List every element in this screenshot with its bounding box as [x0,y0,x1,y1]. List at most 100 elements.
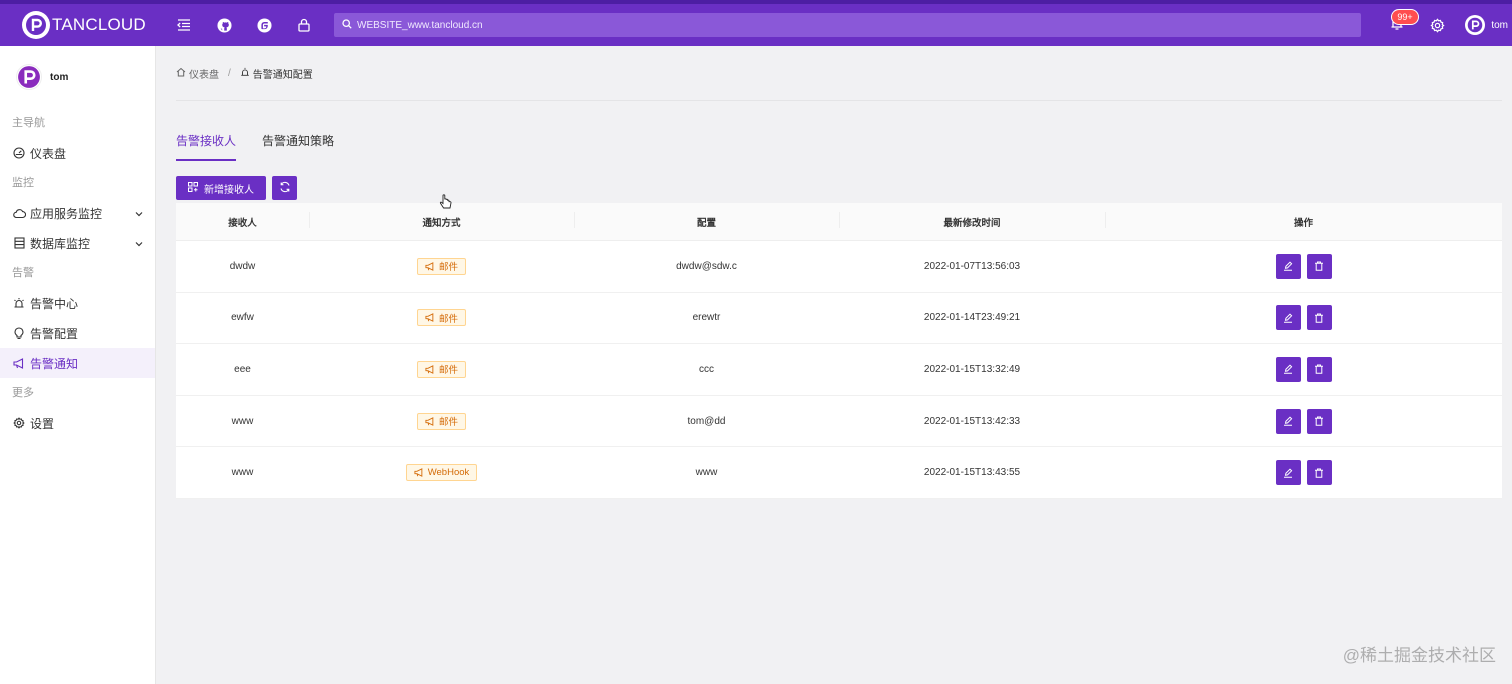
search-input[interactable] [357,19,957,31]
lock-icon[interactable] [284,5,324,45]
notification-icon [425,365,434,374]
add-receiver-label: 新增接收人 [204,184,254,196]
method-tag: 邮件 [416,360,466,378]
sidebar-item-db-monitor[interactable]: 数据库监控 [0,228,155,258]
table-row: eee 邮件 ccc 2022-01-15T13:32:49 [176,344,1502,396]
modified-time: 2022-01-14T23:49:21 [923,312,1021,324]
dashboard-icon [12,146,26,160]
modified-time: 2022-01-15T13:32:49 [923,363,1021,375]
delete-icon [1315,261,1323,272]
sidebar-item-settings[interactable]: 设置 [0,408,155,438]
receivers-table: 接收人 通知方式 配置 最新修改时间 操作 dwdw 邮件 dwdw@sdw.c… [176,203,1502,499]
gear-icon[interactable] [1417,5,1457,45]
receiver-name: dwdw [229,260,256,272]
bulb-icon [12,326,26,340]
sidebar-user[interactable]: tom [0,46,155,108]
breadcrumb-current: 告警通知配置 [240,66,313,81]
sidebar-item-label: 设置 [30,416,55,431]
edit-button[interactable] [1275,408,1301,434]
delete-icon [1315,416,1323,426]
breadcrumb-home-label: 仪表盘 [189,70,219,81]
delete-button[interactable] [1306,460,1332,486]
sidebar-item-app-monitor[interactable]: 应用服务监控 [0,198,155,228]
brand[interactable]: TANCLOUD [0,11,156,39]
sidebar-item-label: 仪表盘 [30,146,67,161]
table-row: dwdw 邮件 dwdw@sdw.c 2022-01-07T13:56:03 [176,241,1502,293]
method-label: 邮件 [438,417,458,429]
add-icon [188,181,204,195]
refresh-icon [279,181,291,196]
chevron-down-icon[interactable] [135,236,143,250]
receiver-name: eee [234,363,251,375]
method-label: 邮件 [438,365,458,377]
notification-button[interactable]: 99+ [1377,5,1419,45]
divider [176,100,1502,101]
receiver-config: tom@dd [687,415,726,427]
tab-notify-policy[interactable]: 告警通知策略 [262,132,334,161]
method-tag: 邮件 [416,309,466,327]
delete-icon [1315,468,1323,478]
receiver-name: www [231,467,254,479]
receiver-name: ewfw [231,312,254,324]
delete-button[interactable] [1306,253,1332,279]
method-tag: 邮件 [416,257,466,275]
notification-icon [425,416,434,426]
edit-icon [1284,313,1293,323]
watermark: @稀土掘金技术社区 [1342,646,1496,665]
sidebar-item-alert-config[interactable]: 告警配置 [0,318,155,348]
receiver-name: www [231,415,254,427]
delete-button[interactable] [1306,356,1332,382]
method-label: WebHook [427,467,470,479]
notification-icon [425,313,434,323]
edit-icon [1284,416,1293,426]
column-header: 操作 [1105,211,1502,229]
breadcrumb-home[interactable]: 仪表盘 [176,66,219,81]
table-row: www 邮件 tom@dd 2022-01-15T13:42:33 [176,396,1502,448]
delete-icon [1315,364,1323,375]
top-header: TANCLOUD 99+ [0,0,1512,46]
nav-group-title: 主导航 [12,117,45,129]
database-icon [12,236,26,250]
delete-icon [1315,313,1323,323]
method-label: 邮件 [438,313,458,325]
refresh-button[interactable] [272,176,297,200]
breadcrumb-current-label: 告警通知配置 [252,70,313,81]
sidebar-item-alert-center[interactable]: 告警中心 [0,288,155,318]
sidebar-item-label: 告警中心 [30,296,79,311]
github-icon[interactable] [204,5,244,45]
edit-button[interactable] [1275,253,1301,279]
edit-button[interactable] [1275,305,1301,331]
alarm-icon [240,67,253,80]
tab-receivers[interactable]: 告警接收人 [176,132,237,161]
table-row: www WebHook www 2022-01-15T13:43:55 [176,447,1502,499]
search-icon [342,18,352,32]
method-tag: 邮件 [416,412,466,430]
edit-icon [1284,468,1293,478]
menu-fold-icon[interactable] [164,5,204,45]
search-bar[interactable] [334,13,1361,37]
edit-icon [1284,261,1293,272]
edit-button[interactable] [1275,460,1301,486]
sidebar-item-label: 告警配置 [30,326,79,341]
sidebar-item-alert-notify[interactable]: 告警通知 [0,348,155,378]
nav-group-title: 更多 [12,387,34,399]
main-content: 仪表盘 / 告警通知配置 告警接收人 告警通知策略 新增接收人 接收人 通知方式… [156,46,1512,684]
sidebar-item-label: 数据库监控 [30,236,91,251]
breadcrumb-separator: / [228,68,231,79]
gear-icon [12,416,26,430]
delete-button[interactable] [1306,305,1332,331]
table-row: ewfw 邮件 erewtr 2022-01-14T23:49:21 [176,293,1502,345]
column-header: 接收人 [228,217,257,229]
edit-button[interactable] [1275,356,1301,382]
delete-button[interactable] [1306,408,1332,434]
gitee-icon[interactable] [244,5,284,45]
pointer-cursor-icon [439,194,452,209]
add-receiver-button[interactable]: 新增接收人 [176,176,266,200]
sidebar-item-dashboard[interactable]: 仪表盘 [0,138,155,168]
notification-icon [12,356,26,370]
chevron-down-icon[interactable] [135,206,143,220]
notification-icon [414,468,423,478]
user-menu[interactable]: tom [1457,15,1512,35]
edit-icon [1284,364,1293,375]
notification-icon [425,261,434,271]
